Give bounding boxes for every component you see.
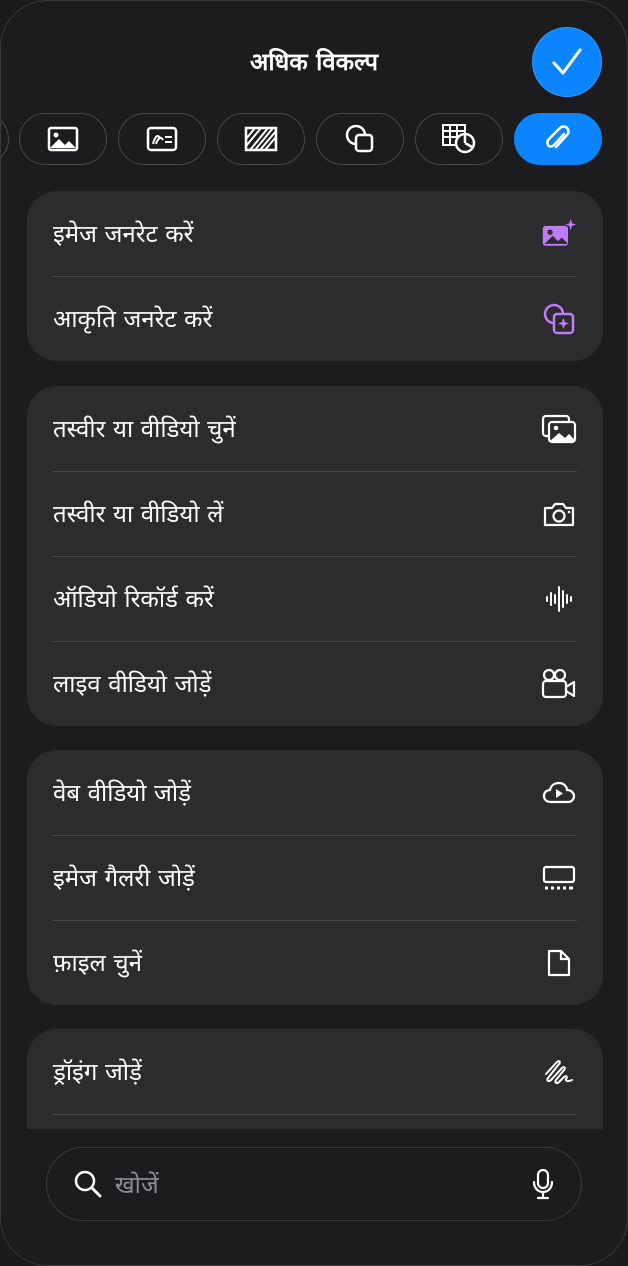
image-sparkle-icon bbox=[542, 218, 577, 246]
choose-photo-video-item[interactable]: तस्वीर या वीडियो चुनें bbox=[27, 386, 603, 471]
generate-group: इमेज जनरेट करें आकृति जनरेट करें bbox=[27, 191, 603, 361]
media-group: तस्वीर या वीडियो चुनें तस्वीर या वीडियो … bbox=[27, 386, 603, 726]
gallery-icon bbox=[542, 865, 576, 889]
microphone-icon[interactable] bbox=[531, 1168, 555, 1200]
item-label: तस्वीर या वीडियो लें bbox=[53, 500, 224, 528]
take-photo-video-item[interactable]: तस्वीर या वीडियो लें bbox=[27, 471, 603, 556]
item-label: इमेज जनरेट करें bbox=[53, 220, 194, 248]
item-label: वेब वीडियो जोड़ें bbox=[53, 779, 191, 807]
tab-image[interactable] bbox=[19, 113, 107, 165]
cloud-play-icon bbox=[542, 781, 576, 803]
search-placeholder: खोजें bbox=[115, 1170, 159, 1199]
striped-rectangle-icon bbox=[244, 126, 278, 152]
search-field[interactable]: खोजें bbox=[46, 1147, 582, 1221]
add-web-video-item[interactable]: वेब वीडियो जोड़ें bbox=[27, 750, 603, 835]
checkmark-icon bbox=[552, 48, 582, 75]
item-label: ऑडियो रिकॉर्ड करें bbox=[53, 585, 214, 613]
record-audio-item[interactable]: ऑडियो रिकॉर्ड करें bbox=[27, 556, 603, 641]
item-label: आकृति जनरेट करें bbox=[53, 305, 213, 333]
tab-previous[interactable] bbox=[1, 113, 9, 165]
table-chart-icon bbox=[442, 124, 476, 154]
paperclip-icon bbox=[546, 125, 570, 149]
scribble-icon bbox=[545, 1059, 573, 1084]
shape-sparkle-icon bbox=[543, 303, 575, 334]
web-files-group: वेब वीडियो जोड़ें इमेज गैलरी जोड़ें फ़ाइ… bbox=[27, 750, 603, 1005]
item-label: ड्रॉइंग जोड़ें bbox=[53, 1058, 142, 1086]
item-label: लाइव वीडियो जोड़ें bbox=[53, 670, 212, 698]
done-button[interactable] bbox=[532, 27, 602, 97]
add-drawing-item[interactable]: ड्रॉइंग जोड़ें bbox=[27, 1029, 603, 1114]
more-options-sheet: अधिक विकल्प इमेज जनरेट करें आकृति जनरेट … bbox=[0, 0, 628, 1266]
document-icon bbox=[547, 949, 571, 976]
item-label: तस्वीर या वीडियो चुनें bbox=[53, 415, 236, 443]
insert-category-tabs bbox=[1, 113, 627, 167]
choose-file-item[interactable]: फ़ाइल चुनें bbox=[27, 920, 603, 1005]
shapes-icon bbox=[345, 124, 374, 153]
generate-shape-item[interactable]: आकृति जनरेट करें bbox=[27, 276, 603, 361]
tab-tables-charts[interactable] bbox=[415, 113, 503, 165]
tab-shapes[interactable] bbox=[316, 113, 404, 165]
add-live-video-item[interactable]: लाइव वीडियो जोड़ें bbox=[27, 641, 603, 726]
tab-textures[interactable] bbox=[217, 113, 305, 165]
item-label: इमेज गैलरी जोड़ें bbox=[53, 864, 195, 892]
tab-media[interactable] bbox=[118, 113, 206, 165]
item-label: फ़ाइल चुनें bbox=[53, 949, 142, 977]
generate-image-item[interactable]: इमेज जनरेट करें bbox=[27, 191, 603, 276]
tab-attachments[interactable] bbox=[514, 113, 602, 165]
image-icon bbox=[47, 126, 79, 152]
video-camera-icon bbox=[541, 668, 576, 698]
search-icon bbox=[74, 1170, 102, 1198]
add-image-gallery-item[interactable]: इमेज गैलरी जोड़ें bbox=[27, 835, 603, 920]
camera-icon bbox=[543, 502, 575, 526]
photo-gallery-icon bbox=[146, 126, 178, 152]
photos-icon bbox=[541, 414, 577, 443]
waveform-icon bbox=[546, 585, 572, 612]
